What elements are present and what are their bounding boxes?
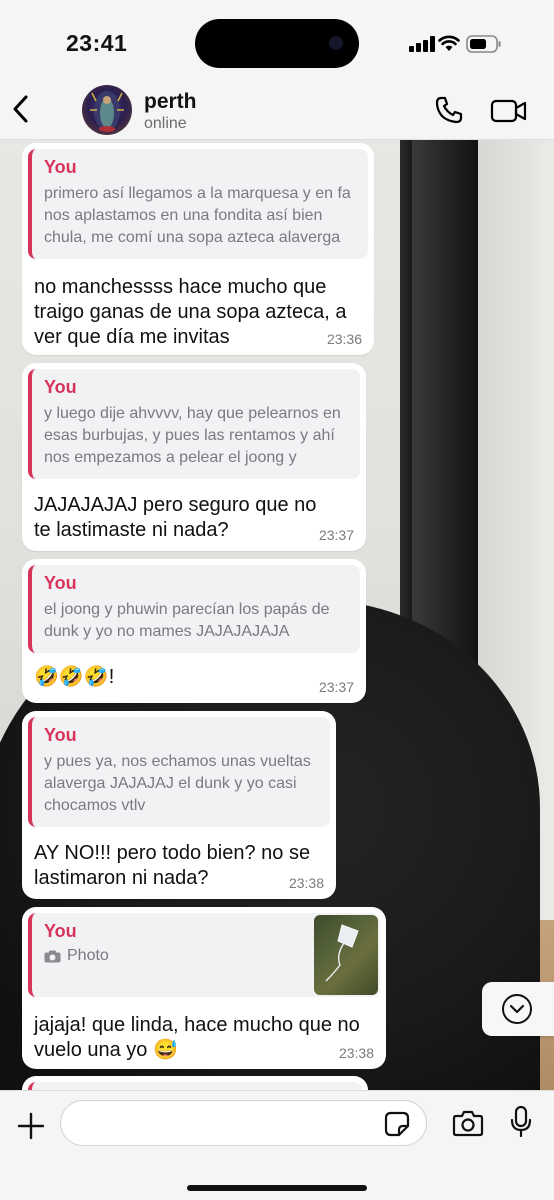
message-time: 23:36	[326, 331, 362, 347]
message-bubble[interactable]: You y pues ya, nos echamos unas vueltas …	[22, 711, 336, 899]
microphone-icon[interactable]	[509, 1105, 533, 1139]
battery-icon	[466, 35, 501, 53]
message-text: AY NO!!! pero todo bien? no se lastimaro…	[34, 842, 311, 889]
message-time: 23:38	[338, 1045, 374, 1061]
quote-text: el joong y phuwin parecían los papás de …	[44, 601, 330, 640]
message-time: 23:37	[318, 527, 354, 543]
quote-author: You	[44, 573, 77, 593]
message-time: 23:38	[288, 875, 324, 891]
reply-quote[interactable]: You y pues ya, nos echamos unas vueltas …	[28, 717, 330, 827]
message-bubble[interactable]: You Photo jajaja! que linda, hace mucho …	[22, 907, 386, 1069]
message-text: 🤣🤣🤣!	[34, 666, 115, 688]
camera-icon[interactable]	[452, 1109, 484, 1137]
wifi-icon	[438, 35, 460, 51]
contact-name[interactable]: perth	[144, 90, 197, 114]
back-arrow-icon[interactable]	[10, 94, 32, 124]
message-bubble[interactable]: You y luego dije ahvvvv, hay que pelearn…	[22, 363, 366, 551]
status-time: 23:41	[66, 30, 128, 56]
quote-author: You	[44, 725, 77, 745]
message-bubble[interactable]: You primero así llegamos a la marquesa y…	[22, 143, 374, 355]
quote-author: You	[44, 377, 77, 397]
plus-icon[interactable]	[16, 1111, 46, 1141]
reply-quote[interactable]: You y luego dije ahvvvv, hay que pelearn…	[28, 369, 360, 479]
message-text: jajaja! que linda, hace mucho que no vue…	[34, 1014, 360, 1061]
sticker-icon[interactable]	[384, 1111, 410, 1137]
message-time: 23:37	[318, 679, 354, 695]
chevron-down-icon	[502, 994, 532, 1024]
message-input-bar	[0, 1090, 554, 1200]
quote-text: Photo	[67, 947, 109, 964]
message-input[interactable]	[60, 1100, 427, 1146]
contact-avatar[interactable]	[82, 85, 132, 135]
quote-text: primero así llegamos a la marquesa y en …	[44, 185, 351, 246]
photo-thumbnail[interactable]	[314, 915, 378, 995]
reply-quote[interactable]: You primero así llegamos a la marquesa y…	[28, 149, 368, 259]
contact-status: online	[144, 115, 187, 132]
camera-icon	[44, 950, 61, 962]
status-bar: 23:41	[0, 0, 554, 82]
scroll-to-bottom-button[interactable]	[482, 982, 554, 1036]
message-text: no manchessss hace mucho que traigo gana…	[34, 276, 347, 348]
cellular-signal-icon	[409, 36, 435, 52]
message-bubble[interactable]: You el joong y phuwin parecían los papás…	[22, 559, 366, 703]
dynamic-island	[195, 19, 359, 68]
quote-text: y pues ya, nos echamos unas vueltas alav…	[44, 753, 311, 814]
front-camera	[329, 36, 343, 50]
reply-quote[interactable]: You Photo	[28, 913, 380, 997]
video-call-icon[interactable]	[490, 98, 528, 124]
chat-header: perth online	[0, 82, 554, 140]
reply-quote[interactable]: You el joong y phuwin parecían los papás…	[28, 565, 360, 653]
phone-call-icon[interactable]	[434, 95, 464, 125]
home-indicator[interactable]	[187, 1185, 367, 1191]
quote-author: You	[44, 157, 77, 177]
quote-text: y luego dije ahvvvv, hay que pelearnos e…	[44, 405, 341, 466]
message-text: JAJAJAJAJ pero seguro que no te lastimas…	[34, 494, 317, 541]
